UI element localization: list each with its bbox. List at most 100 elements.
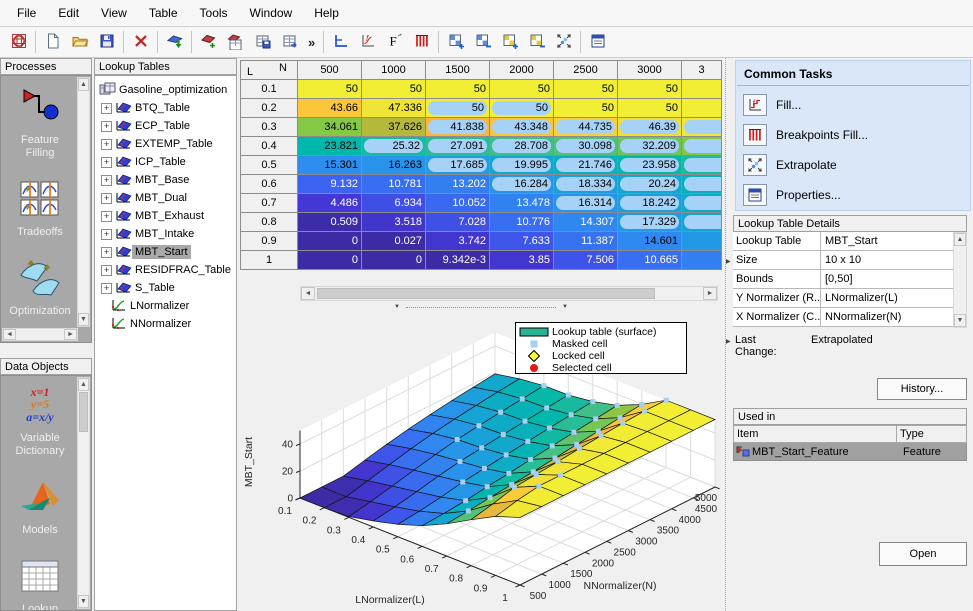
save-project-button[interactable] — [93, 29, 120, 55]
expand-icon[interactable]: + — [101, 175, 112, 186]
used-in-row[interactable]: MBT_Start_Feature Feature — [733, 443, 967, 461]
expand-icon[interactable]: + — [101, 139, 112, 150]
grid-cell-partial[interactable] — [682, 137, 722, 156]
grid-cell[interactable]: 16.284 — [490, 175, 554, 194]
scroll-right-icon[interactable]: ► — [703, 287, 717, 300]
add-columns-button[interactable] — [496, 29, 523, 55]
expand-icon[interactable]: + — [101, 247, 112, 258]
cage-logo-button[interactable] — [5, 29, 32, 55]
grid-cell[interactable]: 0 — [298, 232, 362, 251]
task-extrapolate[interactable]: Extrapolate — [743, 154, 970, 176]
sidebar-item-tradeoffs[interactable]: Tradeoffs — [1, 178, 79, 239]
data-objects-vscrollbar[interactable]: ▲ ▼ — [77, 377, 90, 609]
grid-hscrollbar[interactable]: ◄ ► — [300, 286, 718, 301]
view-table-button[interactable] — [327, 29, 354, 55]
grid-cell[interactable]: 17.685 — [426, 156, 490, 175]
copy-table-button[interactable] — [249, 29, 276, 55]
open-button[interactable]: Open — [879, 542, 967, 566]
grid-cell[interactable]: 17.329 — [618, 213, 682, 232]
sidebar-item-lookup-tables[interactable]: LookupTables — [1, 555, 79, 611]
scroll-left-icon[interactable]: ◄ — [301, 287, 315, 300]
new-table-button[interactable] — [222, 29, 249, 55]
export-table-button[interactable] — [276, 29, 303, 55]
grid-cell[interactable]: 10.665 — [618, 251, 682, 270]
menu-file[interactable]: File — [6, 2, 47, 24]
menu-table[interactable]: Table — [138, 2, 189, 24]
grid-cell[interactable]: 50 — [554, 80, 618, 99]
history-button[interactable]: History... — [877, 378, 967, 400]
processes-hscrollbar[interactable]: ◄ ► — [2, 328, 78, 341]
grid-cell[interactable]: 9.342e-3 — [426, 251, 490, 270]
grid-cell[interactable]: 13.202 — [426, 175, 490, 194]
grid-cell[interactable]: 0 — [298, 251, 362, 270]
expand-icon[interactable]: + — [101, 265, 112, 276]
grid-cell[interactable]: 18.334 — [554, 175, 618, 194]
grid-cell[interactable]: 46.39 — [618, 118, 682, 137]
tree-item-icp_table[interactable]: +ICP_Table — [95, 153, 236, 171]
scroll-up-icon[interactable]: ▲ — [78, 78, 89, 91]
delete-button[interactable] — [127, 29, 154, 55]
tree-item-mbt_intake[interactable]: +MBT_Intake — [95, 225, 236, 243]
table-graph-splitter[interactable]: ▼▼ — [238, 303, 724, 312]
open-project-button[interactable] — [66, 29, 93, 55]
tree-item-residfrac_table[interactable]: +RESIDFRAC_Table — [95, 261, 236, 279]
tree-item-mbt_dual[interactable]: +MBT_Dual — [95, 189, 236, 207]
grid-cell[interactable]: 50 — [426, 99, 490, 118]
grid-cell[interactable]: 9.132 — [298, 175, 362, 194]
scroll-thumb[interactable] — [79, 392, 88, 432]
grid-cell-partial[interactable] — [682, 99, 722, 118]
tree-item-mbt_exhaust[interactable]: +MBT_Exhaust — [95, 207, 236, 225]
grid-cell-partial[interactable] — [682, 232, 722, 251]
details-vscrollbar[interactable]: ▲ ▼ — [953, 232, 967, 328]
grid-cell[interactable]: 10.781 — [362, 175, 426, 194]
expand-icon[interactable]: + — [101, 193, 112, 204]
grid-cell[interactable]: 7.506 — [554, 251, 618, 270]
grid-cell[interactable]: 50 — [298, 80, 362, 99]
grid-cell[interactable]: 21.746 — [554, 156, 618, 175]
expand-icon[interactable]: + — [101, 229, 112, 240]
sidebar-item-variable-dictionary[interactable]: x=1y=5a=x/yVariableDictionary — [1, 384, 79, 458]
grid-cell[interactable]: 0.509 — [298, 213, 362, 232]
grid-cell[interactable]: 3.742 — [426, 232, 490, 251]
grid-cell[interactable]: 14.307 — [554, 213, 618, 232]
grid-cell[interactable]: 7.633 — [490, 232, 554, 251]
tree-item-ecp_table[interactable]: +ECP_Table — [95, 117, 236, 135]
grid-cell[interactable]: 23.821 — [298, 137, 362, 156]
grid-cell[interactable]: 6.934 — [362, 194, 426, 213]
delete-rows-button[interactable] — [469, 29, 496, 55]
function-fill-button[interactable]: F — [381, 29, 408, 55]
sidebar-item-models[interactable]: Models — [1, 476, 79, 537]
grid-cell[interactable]: 16.263 — [362, 156, 426, 175]
grid-cell[interactable]: 44.735 — [554, 118, 618, 137]
new-feature-button[interactable] — [195, 29, 222, 55]
grid-cell[interactable]: 41.838 — [426, 118, 490, 137]
new-project-button[interactable] — [39, 29, 66, 55]
expand-icon[interactable]: + — [101, 121, 112, 132]
expand-icon[interactable]: + — [101, 103, 112, 114]
surface-plot[interactable]: 10.90.80.70.60.50.40.30.20.1500100015002… — [238, 312, 724, 611]
grid-cell[interactable]: 50 — [618, 80, 682, 99]
task-fill[interactable]: fFill... — [743, 94, 970, 116]
tree-item-s_table[interactable]: +S_Table — [95, 279, 236, 297]
grid-cell[interactable]: 47.336 — [362, 99, 426, 118]
tree-item-mbt_base[interactable]: +MBT_Base — [95, 171, 236, 189]
grid-cell-partial[interactable] — [682, 175, 722, 194]
grid-cell[interactable]: 3.518 — [362, 213, 426, 232]
fill-table-button[interactable]: f — [354, 29, 381, 55]
grid-cell[interactable]: 0.027 — [362, 232, 426, 251]
scroll-down-icon[interactable]: ▼ — [78, 595, 89, 608]
scroll-down-icon[interactable]: ▼ — [78, 313, 89, 326]
sidebar-item-optimization[interactable]: Optimization — [1, 257, 79, 318]
grid-cell[interactable]: 10.776 — [490, 213, 554, 232]
breakpoints-fill-toolbar-button[interactable] — [408, 29, 435, 55]
grid-cell[interactable]: 13.478 — [490, 194, 554, 213]
tree-item-mbt_start[interactable]: +MBT_Start — [95, 243, 236, 261]
grid-cell-partial[interactable] — [682, 80, 722, 99]
grid-cell[interactable]: 34.061 — [298, 118, 362, 137]
tree-item-extemp_table[interactable]: +EXTEMP_Table — [95, 135, 236, 153]
grid-cell[interactable]: 15.301 — [298, 156, 362, 175]
center-right-splitter[interactable]: ▶▶ — [725, 58, 733, 611]
grid-cell[interactable]: 50 — [362, 80, 426, 99]
grid-cell[interactable]: 50 — [490, 99, 554, 118]
grid-cell[interactable]: 23.958 — [618, 156, 682, 175]
